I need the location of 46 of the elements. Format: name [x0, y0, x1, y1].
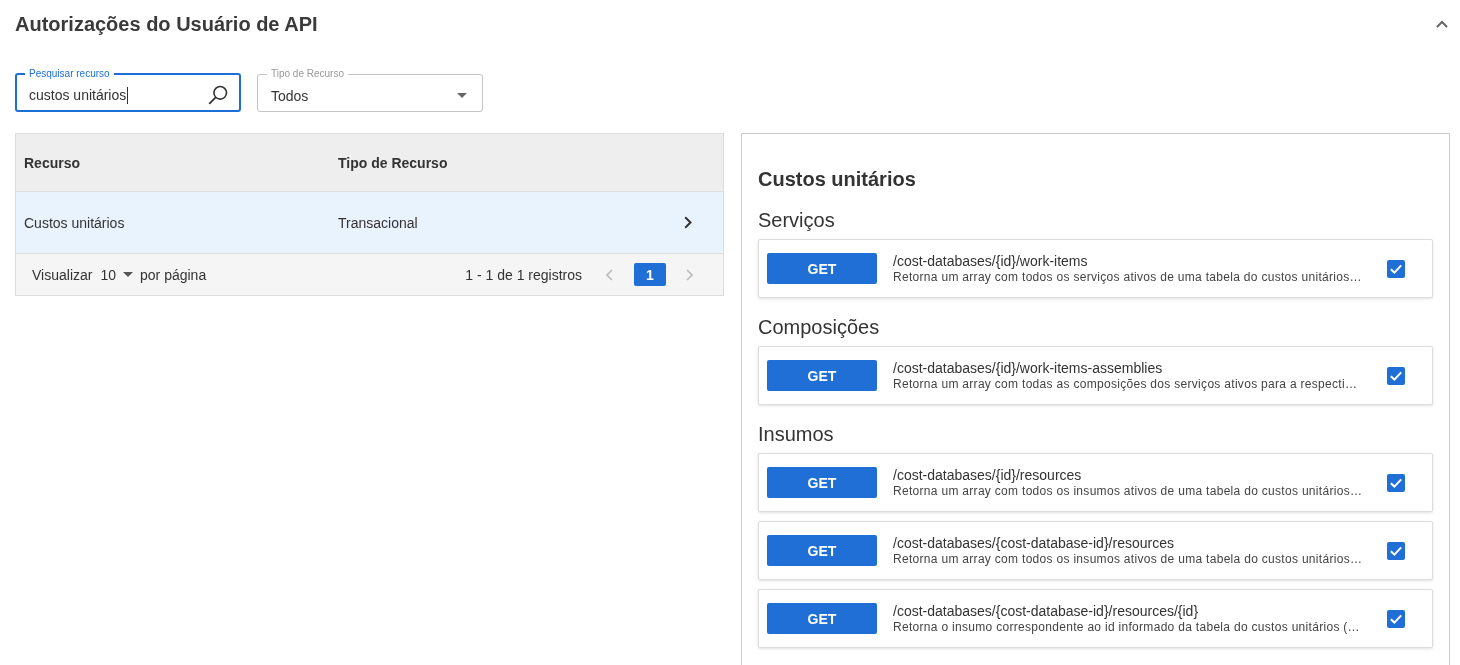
table-cell-text: Transacional [338, 214, 419, 231]
column-header: Tipo de Recurso [338, 154, 449, 171]
method-button[interactable]: GET [767, 535, 877, 566]
endpoint-path: /cost-databases/{cost-database-id}/resources [893, 534, 1174, 552]
caret-icon [123, 272, 133, 277]
endpoint-path: /cost-databases/{id}/work-items-assemblies [893, 359, 1163, 377]
endpoint-path: /cost-databases/{cost-database-id}/resources/{id} [893, 602, 1199, 620]
field-label: Pesquisar recurso [28, 68, 111, 80]
section-title: Autorizações do Usuário de API [15, 12, 318, 36]
group-heading: Serviços [758, 208, 836, 232]
checkbox[interactable] [1387, 259, 1405, 278]
checkbox[interactable] [1387, 366, 1405, 385]
field-label: Tipo de Recurso [270, 68, 345, 80]
column-header: Recurso [24, 154, 82, 171]
endpoint-description: Retorna um array com todas as composições dos serviços ativos para a respecti… [893, 376, 1358, 392]
table-row[interactable]: Custos unitários Transacional [16, 192, 723, 254]
method-button[interactable]: GET [767, 360, 877, 391]
method-button[interactable]: GET [767, 603, 877, 634]
checkbox[interactable] [1387, 609, 1405, 628]
page-size-label: Visualizar [32, 266, 93, 283]
checkbox[interactable] [1387, 473, 1405, 492]
method-button[interactable]: GET [767, 467, 877, 498]
group-heading: Composições [758, 315, 881, 339]
page-button[interactable]: 1 [634, 263, 666, 286]
group-heading: Insumos [758, 422, 835, 446]
endpoint-description: Retorna um array com todos os insumos ativos de uma tabela do custos unitários… [893, 551, 1363, 567]
resource-type-select[interactable]: Tipo de Recurso Todos [257, 68, 483, 112]
per-page-label: por página [140, 266, 207, 283]
search-field[interactable]: Pesquisar recurso custos unitários [15, 68, 241, 112]
table-cell-text: Custos unitários [24, 214, 126, 231]
endpoint-description: Retorna um array com todos os serviços ativos de uma tabela do custos unitários… [893, 269, 1362, 285]
record-count: 1 - 1 de 1 registros [465, 266, 582, 283]
method-button[interactable]: GET [767, 253, 877, 284]
caret-icon [457, 93, 467, 98]
endpoint-description: Retorna o insumo correspondente ao id informado da tabela do custos unitários (… [893, 619, 1360, 635]
search-icon[interactable] [208, 85, 228, 105]
endpoint-path: /cost-databases/{id}/resources [893, 466, 1082, 484]
select-value: Todos [271, 87, 310, 104]
endpoint-path: /cost-databases/{id}/work-items [893, 252, 1088, 270]
checkbox[interactable] [1387, 541, 1405, 560]
endpoint-description: Retorna um array com todos os insumos ativos de uma tabela do custos unitários… [893, 483, 1363, 499]
page-size-select[interactable]: 10 [100, 266, 133, 283]
chevron-right-icon[interactable] [684, 216, 692, 229]
field-value: custos unitários [29, 86, 130, 104]
chevron-up-icon[interactable] [1436, 20, 1448, 28]
panel-title: Custos unitários [758, 167, 917, 191]
